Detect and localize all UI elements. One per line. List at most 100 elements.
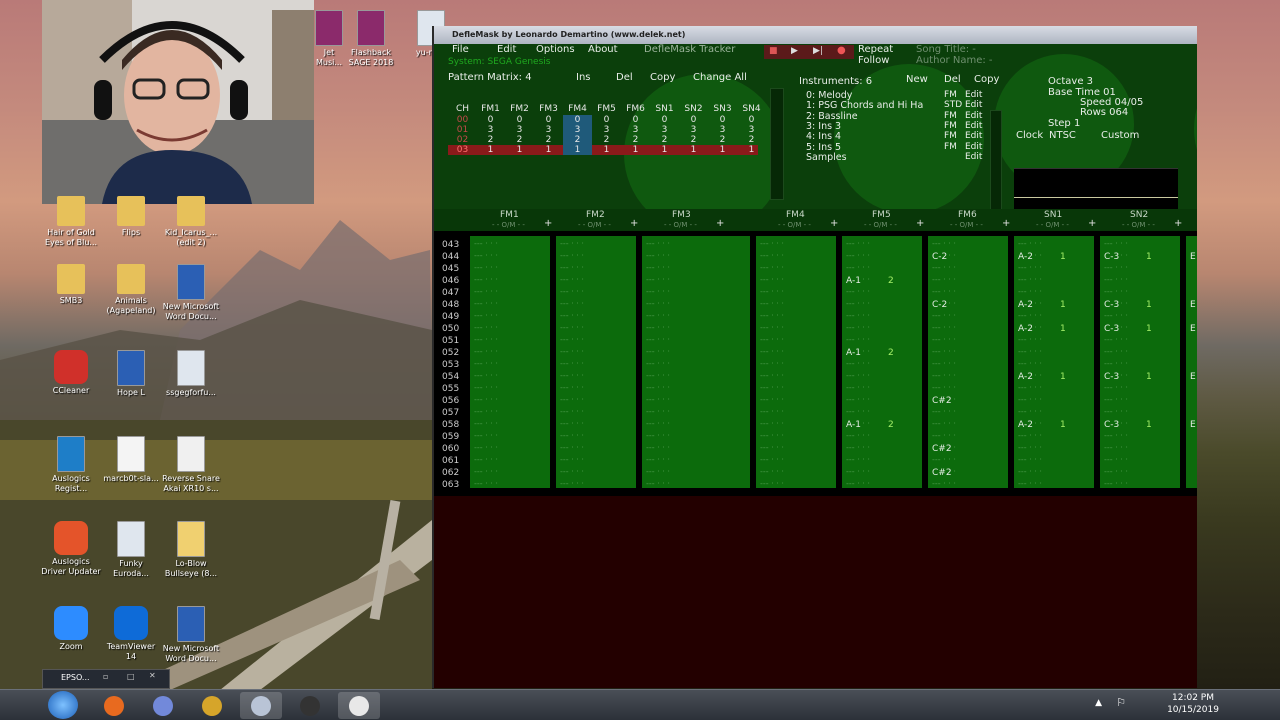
matrix-cell[interactable]: 0 [679, 115, 708, 125]
note-sn2[interactable]: C-3 [1104, 252, 1120, 262]
matrix-cell[interactable]: 2 [476, 135, 505, 145]
note-x[interactable]: E [1190, 372, 1196, 382]
matrix-cell[interactable]: 1 [650, 145, 679, 155]
taskbar-button-firefox[interactable] [93, 692, 135, 719]
desktop-icon-reverse[interactable]: Reverse Snare Akai XR10 s... [158, 436, 224, 494]
desktop-icon-loblow[interactable]: Lo-Blow Bullseye (8... [158, 521, 224, 579]
author-name-field[interactable]: Author Name: - [916, 55, 993, 66]
desktop-icon-auslogics[interactable]: Auslogics Regist... [38, 436, 104, 494]
matrix-cell[interactable]: 3 [708, 125, 737, 135]
channel-header-toggles[interactable]: - - O/M - - [492, 221, 525, 229]
matrix-cell[interactable]: 2 [563, 135, 592, 145]
menu-options[interactable]: Options [536, 44, 575, 55]
taskbar-button-deflemask[interactable] [240, 692, 282, 719]
channel-header-fm5[interactable]: FM5 [872, 210, 891, 220]
matrix-ins-button[interactable]: Ins [576, 72, 591, 83]
channel-add-effect-button[interactable]: + [544, 218, 552, 229]
note-fm5[interactable]: A-1 [846, 276, 861, 286]
instrument-scrollbar[interactable] [990, 110, 1002, 222]
pattern-editor[interactable]: 043 --- · · · --- · · · --- · · · --- · · · -… [434, 236, 1197, 496]
note-fm6[interactable]: C#2 [932, 396, 952, 406]
taskbar-button-obs[interactable] [289, 692, 331, 719]
channel-add-effect-button[interactable]: + [830, 218, 838, 229]
matrix-cell[interactable]: 2 [592, 135, 621, 145]
note-x[interactable]: E [1190, 252, 1196, 262]
repeat-toggle[interactable]: Repeat [858, 44, 893, 55]
note-sn2v[interactable]: 1 [1146, 372, 1152, 382]
channel-header-fm1[interactable]: FM1 [500, 210, 519, 220]
note-x[interactable]: E [1190, 300, 1196, 310]
desktop-icon-animals[interactable]: Animals (Agapeland) [98, 264, 164, 316]
note-fm5v[interactable]: 2 [888, 276, 894, 286]
taskbar-button-skull-app[interactable] [338, 692, 380, 719]
matrix-change-all-button[interactable]: Change All [693, 72, 747, 83]
desktop-icon-driver[interactable]: Auslogics Driver Updater [38, 521, 104, 577]
instrument-copy-button[interactable]: Copy [974, 74, 999, 85]
matrix-cell[interactable]: 3 [679, 125, 708, 135]
start-button[interactable] [48, 691, 78, 719]
play-icon[interactable]: ▶ [791, 46, 798, 56]
matrix-del-button[interactable]: Del [616, 72, 633, 83]
matrix-cell[interactable]: 1 [563, 145, 592, 155]
desktop-icon-ssgeg[interactable]: ssgegforfu... [158, 350, 224, 398]
note-sn2[interactable]: C-3 [1104, 324, 1120, 334]
matrix-cell[interactable]: 3 [621, 125, 650, 135]
note-fm6[interactable]: C-2 [932, 300, 948, 310]
note-sn2v[interactable]: 1 [1146, 420, 1152, 430]
note-sn1v[interactable]: 1 [1060, 372, 1066, 382]
note-fm6[interactable]: C-2 [932, 252, 948, 262]
channel-header-toggles[interactable]: - - O/M - - [778, 221, 811, 229]
matrix-cell[interactable]: 2 [621, 135, 650, 145]
channel-header-toggles[interactable]: - - O/M - - [1036, 221, 1069, 229]
matrix-cell[interactable]: 0 [505, 115, 534, 125]
action-center-icon[interactable]: ⚐ [1116, 696, 1126, 709]
matrix-cell[interactable]: 3 [505, 125, 534, 135]
channel-add-effect-button[interactable]: + [716, 218, 724, 229]
channel-header-sn1[interactable]: SN1 [1044, 210, 1062, 220]
instrument-item[interactable]: Samples [806, 152, 847, 163]
note-sn1v[interactable]: 1 [1060, 300, 1066, 310]
record-icon[interactable]: ● [837, 45, 846, 56]
desktop-icon-funky[interactable]: Funky Euroda... [98, 521, 164, 579]
instrument-edit-button[interactable]: Edit [965, 90, 982, 100]
channel-add-effect-button[interactable]: + [916, 218, 924, 229]
instrument-edit-button[interactable]: Edit [965, 131, 982, 141]
channel-header-toggles[interactable]: - - O/M - - [950, 221, 983, 229]
matrix-copy-button[interactable]: Copy [650, 72, 675, 83]
octave-setting[interactable]: Octave 3 [1048, 76, 1093, 87]
matrix-cell[interactable]: 1 [708, 145, 737, 155]
desktop-icon-flips[interactable]: Flips [98, 196, 164, 238]
desktop-icon-smb3[interactable]: SMB3 [38, 264, 104, 306]
desktop-icon-hair[interactable]: Hair of Gold Eyes of Blu... [38, 196, 104, 248]
channel-header-toggles[interactable]: - - O/M - - [1122, 221, 1155, 229]
matrix-cell[interactable]: 0 [592, 115, 621, 125]
matrix-cell[interactable]: 1 [679, 145, 708, 155]
note-sn1v[interactable]: 1 [1060, 420, 1066, 430]
note-fm5[interactable]: A-1 [846, 420, 861, 430]
instrument-edit-button[interactable]: Edit [965, 111, 982, 121]
close-icon[interactable]: ✕ [149, 671, 156, 680]
note-sn1[interactable]: A-2 [1018, 300, 1033, 310]
matrix-cell[interactable]: 2 [505, 135, 534, 145]
matrix-cell[interactable]: 0 [708, 115, 737, 125]
matrix-scrollbar[interactable] [770, 88, 784, 200]
note-sn1[interactable]: A-2 [1018, 372, 1033, 382]
note-sn1v[interactable]: 1 [1060, 252, 1066, 262]
song-title-field[interactable]: Song Title: - [916, 44, 976, 55]
note-sn2[interactable]: C-3 [1104, 372, 1120, 382]
desktop-icon-flashback[interactable]: Flashback SAGE 2018 [338, 10, 404, 68]
matrix-cell[interactable]: 3 [476, 125, 505, 135]
note-sn2v[interactable]: 1 [1146, 252, 1152, 262]
note-fm5v[interactable]: 2 [888, 420, 894, 430]
taskbar-button-r-app[interactable] [191, 692, 233, 719]
matrix-cell[interactable]: 1 [737, 145, 766, 155]
matrix-cell[interactable]: 0 [534, 115, 563, 125]
channel-header-fm4[interactable]: FM4 [786, 210, 805, 220]
note-sn1v[interactable]: 1 [1060, 324, 1066, 334]
system-clock[interactable]: 12:02 PM 10/15/2019 [1158, 692, 1228, 716]
note-sn1[interactable]: A-2 [1018, 252, 1033, 262]
desktop-icon-teamviewer[interactable]: TeamViewer 14 [98, 606, 164, 662]
minimized-window-tab[interactable]: EPSO... ▫ □ ✕ [42, 669, 170, 689]
channel-header-toggles[interactable]: - - O/M - - [578, 221, 611, 229]
matrix-cell[interactable]: 1 [621, 145, 650, 155]
